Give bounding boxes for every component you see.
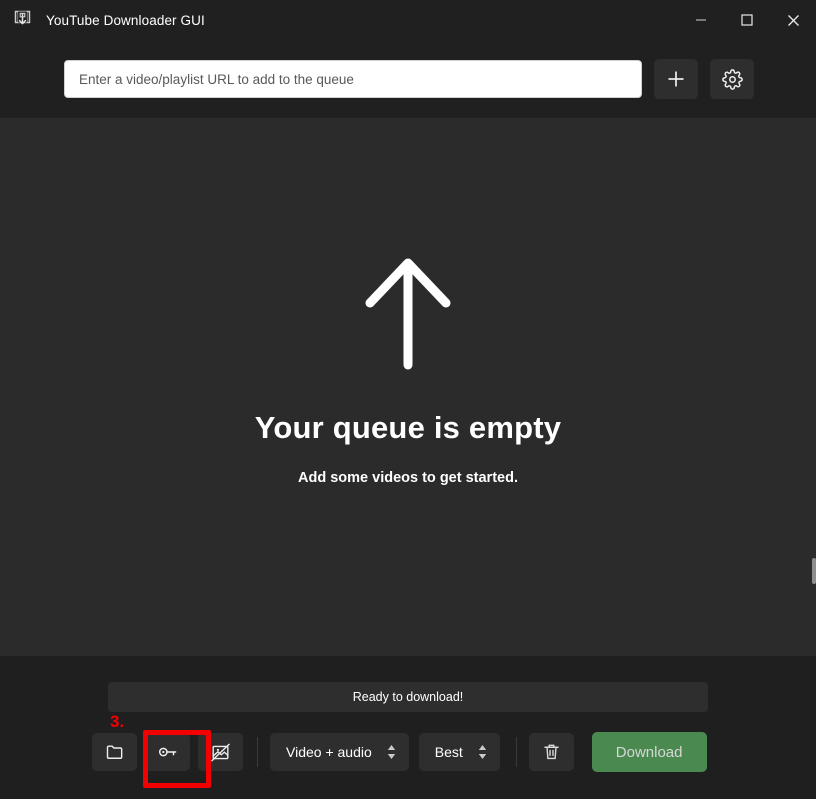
url-input[interactable] — [64, 60, 642, 98]
titlebar: YouTube Downloader GUI — [0, 0, 816, 40]
format-select-value: Video + audio — [286, 744, 372, 760]
bottom-toolbar: Ready to download! Video + audio Best Do… — [0, 656, 816, 799]
arrow-up-icon — [360, 253, 456, 376]
close-button[interactable] — [770, 0, 816, 40]
empty-state-subtitle: Add some videos to get started. — [298, 469, 518, 486]
controls-divider-2 — [515, 737, 517, 767]
download-button[interactable]: Download — [591, 732, 707, 772]
no-thumbnail-button[interactable] — [198, 733, 243, 771]
quality-select-value: Best — [434, 744, 463, 760]
status-badge: Ready to download! — [108, 682, 708, 712]
app-window: YouTube Downloader GUI Enter a video/pla… — [0, 0, 816, 799]
scrollbar-thumb[interactable] — [812, 558, 816, 584]
url-toolbar — [0, 40, 816, 118]
open-folder-button[interactable] — [92, 733, 137, 771]
maximize-button[interactable] — [724, 0, 770, 40]
format-select[interactable]: Video + audio — [270, 733, 409, 771]
empty-state-title: Your queue is empty — [254, 409, 562, 445]
film-download-icon — [12, 9, 34, 31]
add-to-queue-button[interactable] — [654, 59, 698, 99]
controls-row: Video + audio Best Download — [0, 712, 816, 772]
chevron-updown-icon — [386, 743, 397, 761]
chevron-updown-icon — [477, 743, 488, 761]
window-controls — [678, 0, 816, 40]
clear-queue-button[interactable] — [528, 733, 574, 771]
queue-empty-state: Your queue is empty Add some videos to g… — [0, 118, 816, 656]
authentication-button[interactable] — [145, 733, 190, 771]
window-title: YouTube Downloader GUI — [46, 12, 205, 28]
minimize-button[interactable] — [678, 0, 724, 40]
settings-button[interactable] — [710, 59, 754, 99]
status-wrapper: Ready to download! — [0, 656, 816, 712]
controls-divider — [257, 737, 258, 767]
quality-select[interactable]: Best — [418, 733, 500, 771]
